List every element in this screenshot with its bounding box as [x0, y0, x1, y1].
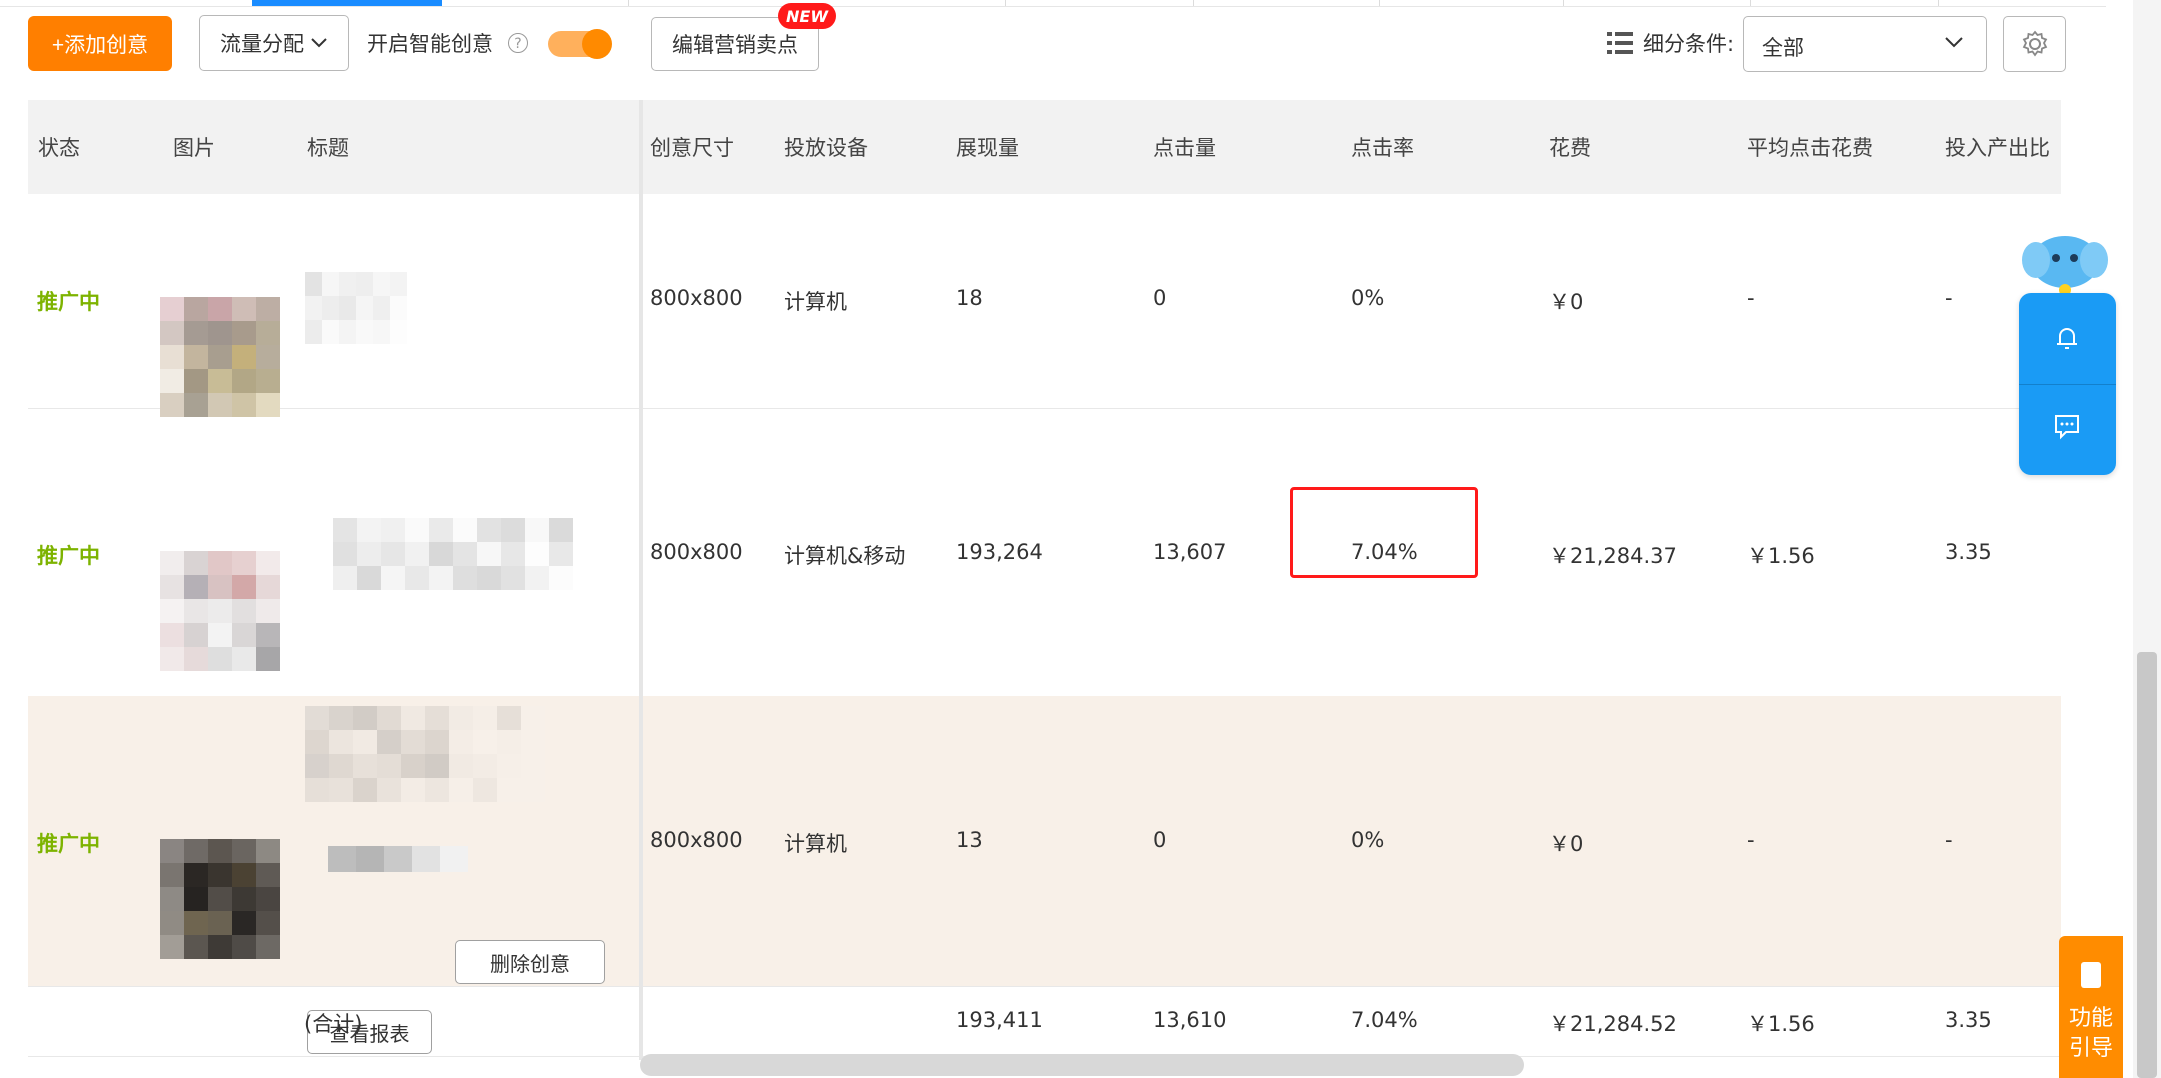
creative-title-redacted [333, 518, 573, 590]
header-device: 投放设备 [784, 136, 868, 160]
panel-divider [2019, 384, 2116, 385]
vertical-scrollbar[interactable] [2137, 652, 2157, 1078]
header-roi: 投入产出比 [1945, 136, 2050, 160]
total-impressions: 193,411 [956, 1008, 1043, 1032]
total-label: (合计) [304, 1012, 363, 1036]
tab-divider [1379, 0, 1380, 6]
header-cpc: 平均点击花费 [1747, 136, 1873, 160]
impressions-value: 193,264 [956, 540, 1043, 564]
smart-creative-label: 开启智能创意 [367, 32, 493, 56]
device-value: 计算机 [784, 832, 847, 856]
cost-value: ￥0 [1549, 832, 1584, 856]
chevron-down-icon [311, 38, 327, 48]
segment-condition-label: 细分条件: [1643, 32, 1735, 56]
feature-guide-button[interactable]: 功能引导 [2059, 936, 2123, 1078]
creative-subtitle-redacted [328, 846, 468, 872]
creative-title-redacted [305, 706, 545, 802]
tab-divider [1750, 0, 1751, 6]
status-label: 推广中 [37, 544, 100, 568]
device-value: 计算机 [784, 290, 847, 314]
active-tab-indicator [252, 0, 442, 6]
tab-divider [1193, 0, 1194, 6]
total-row: (合计) 193,411 13,610 7.04% ￥21,284.52 ￥1.… [28, 986, 2061, 1057]
highlight-box [1290, 487, 1478, 578]
creative-size: 800x800 [650, 828, 743, 852]
creative-image[interactable] [160, 297, 280, 417]
creative-image[interactable] [160, 839, 280, 959]
cost-value: ￥21,284.37 [1549, 544, 1677, 568]
frozen-column-divider [639, 100, 643, 1060]
chevron-down-icon [1945, 37, 1963, 48]
settings-button[interactable] [2003, 16, 2066, 72]
new-badge: NEW [778, 3, 836, 29]
segment-condition-value: 全部 [1762, 36, 1804, 60]
ctr-value: 0% [1351, 286, 1385, 310]
total-cpc: ￥1.56 [1747, 1012, 1815, 1036]
header-cost: 花费 [1549, 136, 1591, 160]
header-size: 创意尺寸 [650, 136, 734, 160]
device-value: 计算机&移动 [784, 544, 906, 568]
total-roi: 3.35 [1945, 1008, 1992, 1032]
clicks-value: 0 [1153, 828, 1167, 852]
smart-creative-toggle[interactable] [548, 29, 612, 59]
cost-value: ￥0 [1549, 290, 1584, 314]
creative-table: 状态 图片 标题 创意尺寸 投放设备 展现量 点击量 点击率 花费 平均点击花费… [28, 100, 2061, 1060]
feature-guide-label: 功能引导 [2068, 1006, 2113, 1061]
header-image: 图片 [173, 136, 215, 160]
cpc-value: - [1747, 286, 1755, 310]
creative-size: 800x800 [650, 540, 743, 564]
status-label: 推广中 [37, 290, 100, 314]
impressions-value: 18 [956, 286, 983, 310]
traffic-allocation-dropdown[interactable]: 流量分配 [199, 15, 349, 71]
table-row[interactable]: 推广中 800x800 计算机 18 0 0% ￥0 - - [28, 194, 2061, 417]
chat-icon[interactable] [2052, 411, 2082, 441]
add-creative-button[interactable]: +添加创意 [28, 16, 172, 71]
header-ctr: 点击率 [1351, 136, 1414, 160]
total-clicks: 13,610 [1153, 1008, 1227, 1032]
tab-divider [1005, 0, 1006, 6]
header-status: 状态 [38, 136, 80, 160]
horizontal-scrollbar[interactable] [640, 1054, 1524, 1076]
document-icon [2081, 962, 2101, 988]
cpc-value: ￥1.56 [1747, 544, 1815, 568]
total-ctr: 7.04% [1351, 1008, 1418, 1032]
traffic-allocation-label: 流量分配 [220, 32, 304, 56]
bell-icon[interactable] [2052, 323, 2082, 353]
header-impressions: 展现量 [956, 136, 1019, 160]
gear-icon [2022, 30, 2047, 57]
impressions-value: 13 [956, 828, 983, 852]
table-row[interactable]: 推广中 删除创意 查看报表 800x800 计算机 13 0 0% ￥0 - - [28, 696, 2061, 1054]
tab-divider [628, 0, 629, 6]
elephant-mascot-icon[interactable] [2020, 230, 2110, 300]
cpc-value: - [1747, 828, 1755, 852]
top-tab-strip [0, 0, 2106, 7]
status-label: 推广中 [37, 832, 100, 856]
tab-divider [1563, 0, 1564, 6]
clicks-value: 0 [1153, 286, 1167, 310]
segment-condition-select[interactable]: 全部 [1743, 16, 1987, 72]
roi-value: - [1945, 828, 1953, 852]
tab-divider [1938, 0, 1939, 6]
clicks-value: 13,607 [1153, 540, 1227, 564]
creative-size: 800x800 [650, 286, 743, 310]
list-icon [1607, 32, 1633, 54]
header-clicks: 点击量 [1153, 136, 1216, 160]
creative-image[interactable] [160, 551, 280, 671]
assistant-panel [2019, 293, 2116, 475]
help-icon[interactable]: ? [508, 33, 528, 53]
roi-value: - [1945, 286, 1953, 310]
ctr-value: 0% [1351, 828, 1385, 852]
total-cost: ￥21,284.52 [1549, 1012, 1677, 1036]
roi-value: 3.35 [1945, 540, 1992, 564]
delete-creative-button[interactable]: 删除创意 [455, 940, 605, 984]
creative-title-redacted [305, 272, 407, 344]
header-title: 标题 [307, 136, 349, 160]
toggle-knob [582, 29, 612, 59]
table-row[interactable]: 推广中 800x800 计算机&移动 193,264 13,607 7.04% … [28, 408, 2061, 697]
table-header: 状态 图片 标题 创意尺寸 投放设备 展现量 点击量 点击率 花费 平均点击花费… [28, 100, 2061, 194]
